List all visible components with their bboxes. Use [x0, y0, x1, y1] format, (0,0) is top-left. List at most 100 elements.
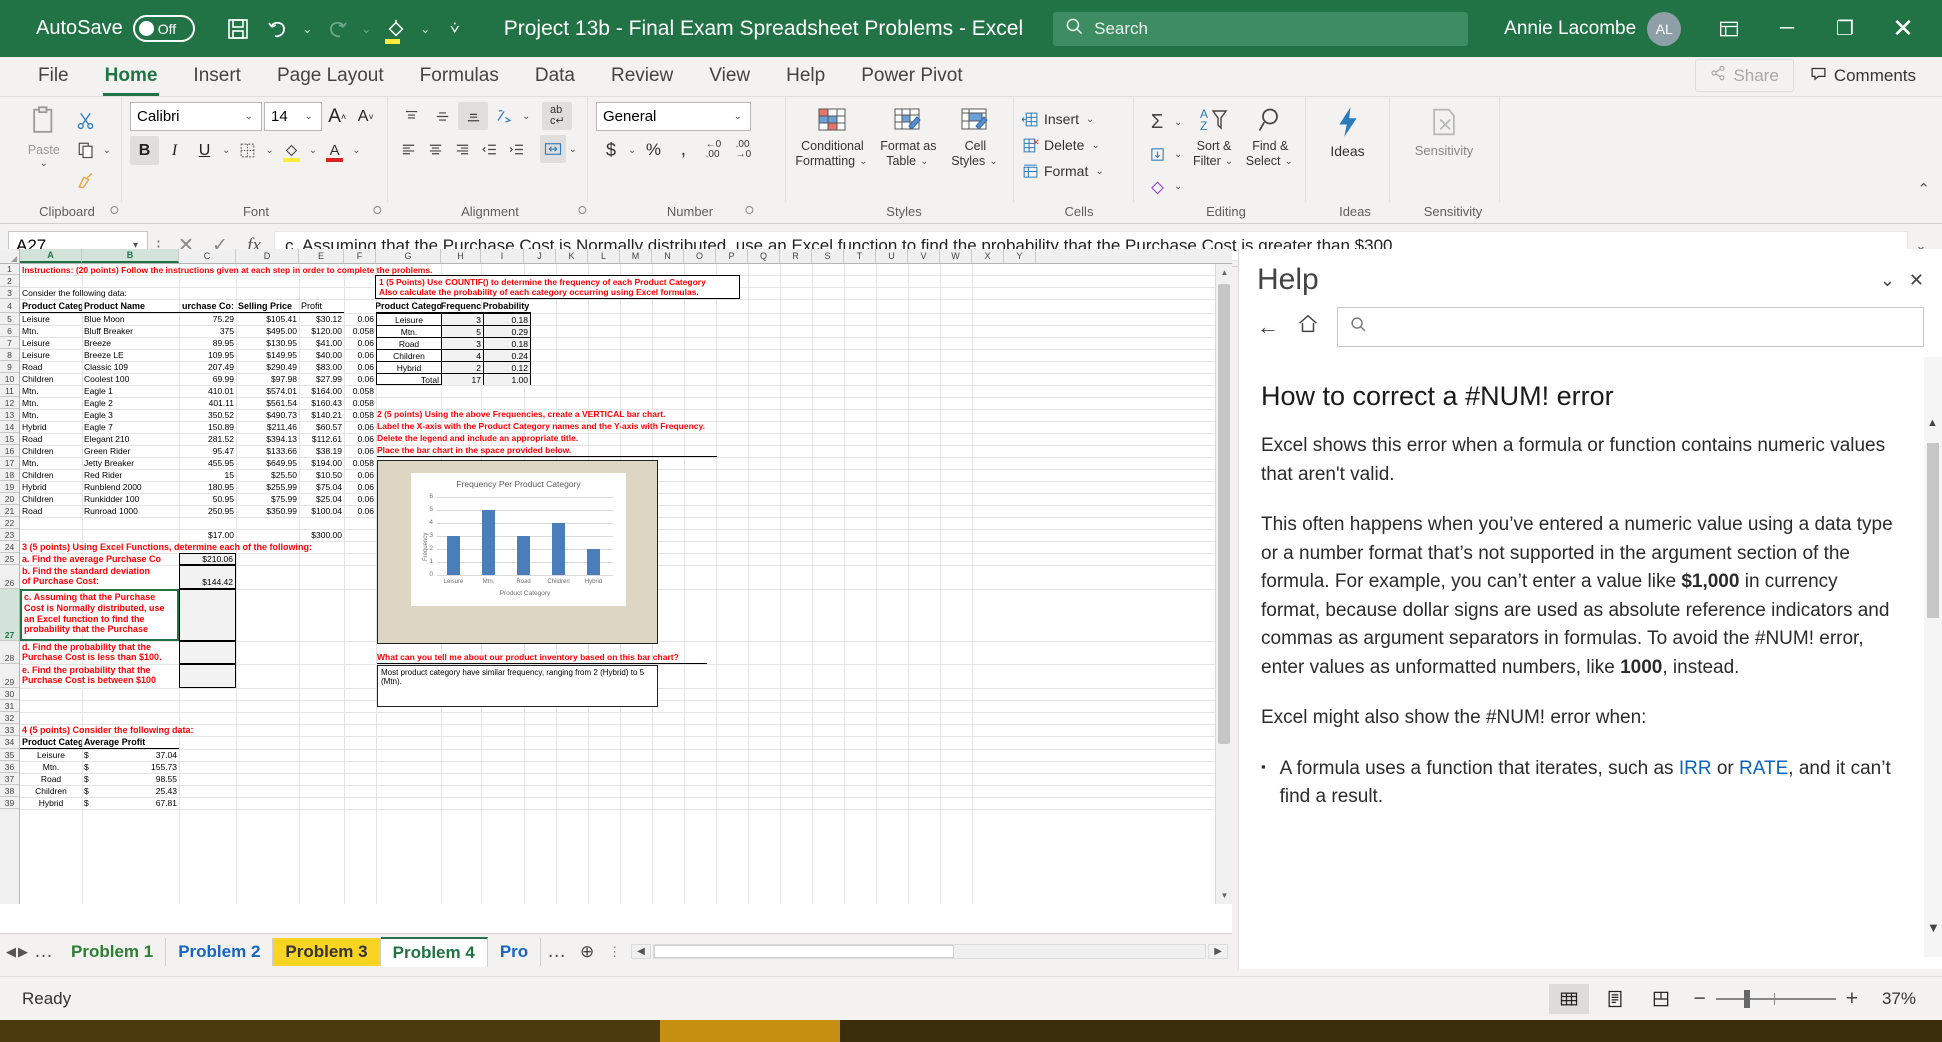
row-header-3[interactable]: 3 [0, 287, 19, 299]
row-header-28[interactable]: 28 [0, 641, 19, 664]
tab-insert[interactable]: Insert [175, 61, 259, 96]
underline-button[interactable]: U [190, 136, 219, 165]
cell-A24[interactable]: 3 (5 points) Using Excel Functions, dete… [20, 541, 420, 553]
delete-cells-button[interactable]: Delete ⌄ [1022, 132, 1125, 158]
column-header-C[interactable]: C [179, 249, 236, 263]
wrap-text-icon[interactable]: ab c↵ [542, 102, 573, 130]
delete-dropdown-icon[interactable]: ⌄ [1089, 140, 1101, 151]
borders-icon[interactable] [233, 136, 262, 165]
cell-B14[interactable]: Eagle 7 [82, 421, 179, 433]
cell-B9[interactable]: Classic 109 [82, 361, 179, 373]
column-header-J[interactable]: J [524, 249, 556, 263]
tab-formulas[interactable]: Formulas [402, 61, 517, 96]
autosave-toggle[interactable]: Off [132, 15, 195, 42]
cell-F21[interactable]: 0.06 [344, 505, 376, 517]
row-header-18[interactable]: 18 [0, 469, 19, 481]
cell-A18[interactable]: Children [20, 469, 82, 481]
collapse-ribbon-icon[interactable]: ⌃ [1917, 180, 1930, 198]
row-header-21[interactable]: 21 [0, 505, 19, 517]
fill-dropdown-icon[interactable]: ⌄ [1172, 149, 1184, 160]
table-row[interactable]: Children 4 0.24 [377, 350, 530, 362]
cell-A25[interactable]: a. Find the average Purchase Co [20, 553, 179, 565]
column-header-Y[interactable]: Y [1004, 249, 1036, 263]
cell-E18[interactable]: $10.50 [299, 469, 344, 481]
question-1-callout[interactable]: 1 (5 Points) Use COUNTIF() to determine … [375, 275, 740, 299]
row-header-4[interactable]: 4 [0, 299, 19, 313]
cell-A14[interactable]: Hybrid [20, 421, 82, 433]
cell-E14[interactable]: $60.57 [299, 421, 344, 433]
cell-B8[interactable]: Breeze LE [82, 349, 179, 361]
nav-previous-icon[interactable]: ◀ [6, 944, 16, 960]
cell-D5[interactable]: $105.41 [236, 313, 299, 325]
autosave-control[interactable]: AutoSave Off [36, 15, 195, 42]
cell-C26[interactable]: $144.42 [179, 565, 236, 589]
orientation-dropdown-icon[interactable]: ⌄ [520, 111, 532, 122]
table-row[interactable]: Mtn. 5 0.29 [377, 326, 530, 338]
frequency-table[interactable]: Leisure 3 0.18 Mtn. 5 0.29 Road 3 0.18 C… [376, 313, 531, 385]
zoom-in-button[interactable]: + [1846, 987, 1858, 1011]
bar-chart-question[interactable]: What can you tell me about our product i… [377, 652, 707, 664]
column-header-I[interactable]: I [481, 249, 524, 263]
cell-D11[interactable]: $574.01 [236, 385, 299, 397]
tab-view[interactable]: View [691, 61, 768, 96]
column-header-O[interactable]: O [684, 249, 716, 263]
row-header-10[interactable]: 10 [0, 373, 19, 385]
insert-dropdown-icon[interactable]: ⌄ [1084, 114, 1096, 125]
cell-F17[interactable]: 0.058 [344, 457, 376, 469]
cell-E17[interactable]: $194.00 [299, 457, 344, 469]
cell-C4[interactable]: urchase Co: [179, 299, 236, 313]
cell-B15[interactable]: Elegant 210 [82, 433, 179, 445]
column-header-T[interactable]: T [844, 249, 876, 263]
cell-F8[interactable]: 0.06 [344, 349, 376, 361]
column-header-D[interactable]: D [236, 249, 299, 263]
cell-D6[interactable]: $495.00 [236, 325, 299, 337]
column-header-X[interactable]: X [972, 249, 1004, 263]
percent-style-button[interactable]: % [638, 136, 668, 164]
cell-F6[interactable]: 0.058 [344, 325, 376, 337]
format-dropdown-icon[interactable]: ⌄ [1093, 166, 1105, 177]
conditional-formatting-button[interactable]: Conditional Formatting ⌄ [794, 102, 871, 168]
align-bottom-icon[interactable] [458, 102, 488, 130]
cell-D8[interactable]: $149.95 [236, 349, 299, 361]
cell-A10[interactable]: Children [20, 373, 82, 385]
row-header-35[interactable]: 35 [0, 749, 19, 761]
ribbon-display-options-icon[interactable] [1700, 0, 1758, 57]
cell-B39-currency[interactable]: $ [82, 797, 112, 809]
currency-icon[interactable]: $ [596, 136, 626, 164]
column-header-L[interactable]: L [588, 249, 620, 263]
orientation-icon[interactable] [489, 102, 519, 130]
grow-font-button[interactable]: A ˄ [324, 102, 351, 131]
cell-C10[interactable]: 69.99 [179, 373, 236, 385]
cell-B12[interactable]: Eagle 2 [82, 397, 179, 409]
cell-F11[interactable]: 0.058 [344, 385, 376, 397]
column-header-Q[interactable]: Q [748, 249, 780, 263]
row-header-1[interactable]: 1 [0, 264, 19, 275]
cell-C14[interactable]: 150.89 [179, 421, 236, 433]
cell-C15[interactable]: 281.52 [179, 433, 236, 445]
row-header-7[interactable]: 7 [0, 337, 19, 349]
cell-F13[interactable]: 0.058 [344, 409, 376, 421]
column-header-V[interactable]: V [908, 249, 940, 263]
cell-E8[interactable]: $40.00 [299, 349, 344, 361]
cell-B38-value[interactable]: 25.43 [112, 785, 179, 797]
increase-indent-icon[interactable] [504, 135, 530, 163]
tab-help[interactable]: Help [768, 61, 843, 96]
table-row-total[interactable]: Total 17 1.00 [377, 374, 530, 385]
row-header-36[interactable]: 36 [0, 761, 19, 773]
cell-C28[interactable] [179, 641, 236, 664]
align-left-icon[interactable] [396, 135, 422, 163]
tab-review[interactable]: Review [593, 61, 691, 96]
cell-A8[interactable]: Leisure [20, 349, 82, 361]
chevron-down-icon[interactable]: ⌄ [1880, 270, 1895, 291]
copy-icon[interactable] [71, 136, 101, 164]
alignment-dialog-launcher[interactable]: ⭘ [578, 205, 587, 218]
cell-D7[interactable]: $130.95 [236, 337, 299, 349]
row-header-34[interactable]: 34 [0, 736, 19, 749]
row-header-12[interactable]: 12 [0, 397, 19, 409]
cell-C18[interactable]: 15 [179, 469, 236, 481]
home-icon[interactable] [1297, 313, 1319, 341]
cell-A36[interactable]: Mtn. [20, 761, 82, 773]
cell-A6[interactable]: Mtn. [20, 325, 82, 337]
column-header-M[interactable]: M [620, 249, 652, 263]
find-and-select-button[interactable]: Find & Select ⌄ [1244, 102, 1297, 168]
